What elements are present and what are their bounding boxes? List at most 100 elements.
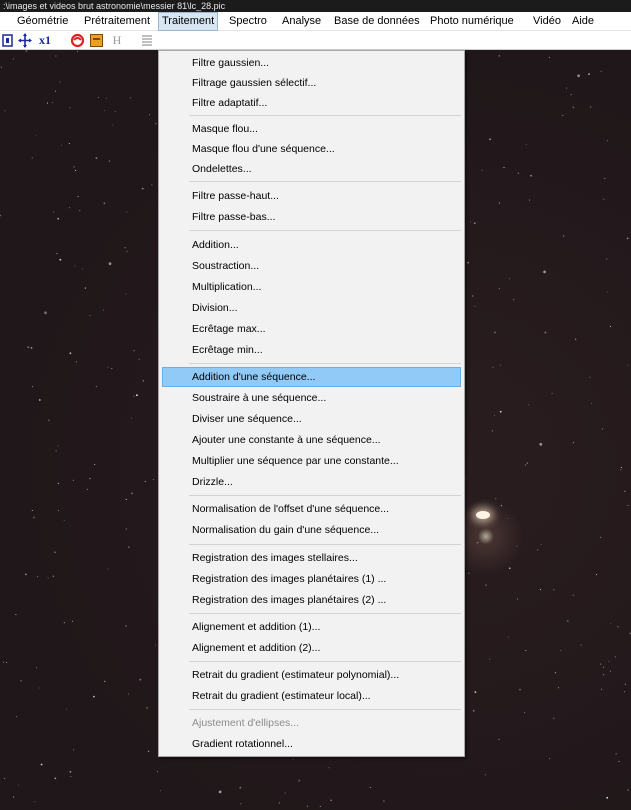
menu-item-retrait-gradient-polynomial[interactable]: Retrait du gradient (estimateur polynomi… [162,665,461,685]
frame-icon[interactable] [1,33,14,48]
menu-item-filtre-adaptatif[interactable]: Filtre adaptatif... [162,93,461,113]
menu-item-filtre-passe-haut[interactable]: Filtre passe-haut... [162,186,461,206]
star [328,767,330,769]
menu-item-drizzle[interactable]: Drizzle... [162,472,461,492]
star [48,419,50,422]
menu-item-masque-flou[interactable]: Masque flou... [162,119,461,139]
star [548,757,551,760]
menu-item-registration-planetaires-1[interactable]: Registration des images planétaires (1) … [162,569,461,589]
star [557,687,560,689]
star [607,291,609,293]
menu-item-addition[interactable]: Addition... [162,235,461,255]
menu-item-normalisation-offset[interactable]: Normalisation de l'offset d'une séquence… [162,499,461,519]
menu-separator [189,363,461,364]
menu-item-multiplication[interactable]: Multiplication... [162,277,461,297]
star [330,799,332,801]
star [144,480,146,482]
menu-spectro[interactable]: Spectro [229,12,267,31]
star [588,73,590,75]
star [125,293,127,295]
star [615,753,617,755]
star [130,97,132,99]
menu-item-ajouter-constante-sequence[interactable]: Ajouter une constante à une séquence... [162,430,461,450]
star [563,235,565,237]
menu-item-gradient-rotationnel[interactable]: Gradient rotationnel... [162,734,461,754]
menu-analyse[interactable]: Analyse [282,12,321,31]
star [18,784,20,786]
star [562,114,564,116]
star [94,463,96,465]
menu-item-division[interactable]: Division... [162,298,461,318]
star [589,376,591,378]
star [484,774,486,776]
star [600,688,603,690]
star [68,207,70,209]
menu-bar: Géométrie Prétraitement Traitement Spect… [0,12,631,31]
star [6,661,8,664]
menu-item-registration-planetaires-2[interactable]: Registration des images planétaires (2) … [162,590,461,610]
star [97,96,99,99]
star [124,247,126,249]
star [13,58,15,60]
star [69,107,71,109]
move-icon[interactable] [17,33,33,48]
star [125,528,127,530]
star [609,670,611,672]
menu-item-ecretage-max[interactable]: Ecrêtage max... [162,319,461,339]
star [77,195,79,197]
star [472,295,474,297]
menu-traitement[interactable]: Traitement [158,12,219,31]
star [31,509,33,512]
list-icon[interactable] [140,33,154,48]
star [73,749,75,751]
star [539,442,543,446]
menu-item-diviser-sequence[interactable]: Diviser une séquence... [162,409,461,429]
menu-pretraitement[interactable]: Prétraitement [84,12,150,31]
menu-item-filtre-gaussien[interactable]: Filtre gaussien... [162,53,461,73]
menu-video[interactable]: Vidéo [533,12,561,31]
menu-item-retrait-gradient-local[interactable]: Retrait du gradient (estimateur local)..… [162,686,461,706]
star [499,410,502,413]
star [31,157,33,159]
menu-item-alignement-addition-2[interactable]: Alignement et addition (2)... [162,638,461,658]
menu-item-registration-stellaires[interactable]: Registration des images stellaires... [162,548,461,568]
star [601,428,603,430]
star [31,386,34,388]
star [76,50,79,52]
menu-item-alignement-addition-1[interactable]: Alignement et addition (1)... [162,617,461,637]
star [548,56,550,58]
star [13,796,15,798]
menu-item-multiplier-sequence-constante[interactable]: Multiplier une séquence par une constant… [162,451,461,471]
star [15,613,17,616]
menu-item-ecretage-min[interactable]: Ecrêtage min... [162,340,461,360]
star [46,102,49,104]
star [627,364,629,366]
menu-item-masque-flou-sequence[interactable]: Masque flou d'une séquence... [162,139,461,159]
menu-item-soustraction[interactable]: Soustraction... [162,256,461,276]
star [133,395,135,397]
menu-item-normalisation-gain[interactable]: Normalisation du gain d'une séquence... [162,520,461,540]
menu-separator [189,495,461,496]
menu-base-de-donnees[interactable]: Base de données [334,12,420,31]
menu-item-soustraire-sequence[interactable]: Soustraire à une séquence... [162,388,461,408]
star [284,792,286,794]
red-swirl-icon[interactable] [70,33,85,48]
star [507,636,509,638]
star [489,658,491,660]
star [103,110,106,112]
menu-item-filtrage-gaussien-selectif[interactable]: Filtrage gaussien sélectif... [162,73,461,93]
star [125,625,127,627]
star [79,210,81,212]
menu-photo-numerique[interactable]: Photo numérique [430,12,514,31]
menu-aide[interactable]: Aide [572,12,594,31]
zoom-x1-button[interactable]: x1 [37,33,53,48]
menu-separator [189,709,461,710]
h-button[interactable]: H [110,33,124,48]
menu-item-ondelettes[interactable]: Ondelettes... [162,159,461,179]
star [590,106,592,108]
star [499,364,501,366]
menu-item-filtre-passe-bas[interactable]: Filtre passe-bas... [162,207,461,227]
menu-geometrie[interactable]: Géométrie [17,12,68,31]
menu-item-addition-sequence[interactable]: Addition d'une séquence... [162,367,461,387]
orange-square-icon[interactable] [89,33,104,48]
